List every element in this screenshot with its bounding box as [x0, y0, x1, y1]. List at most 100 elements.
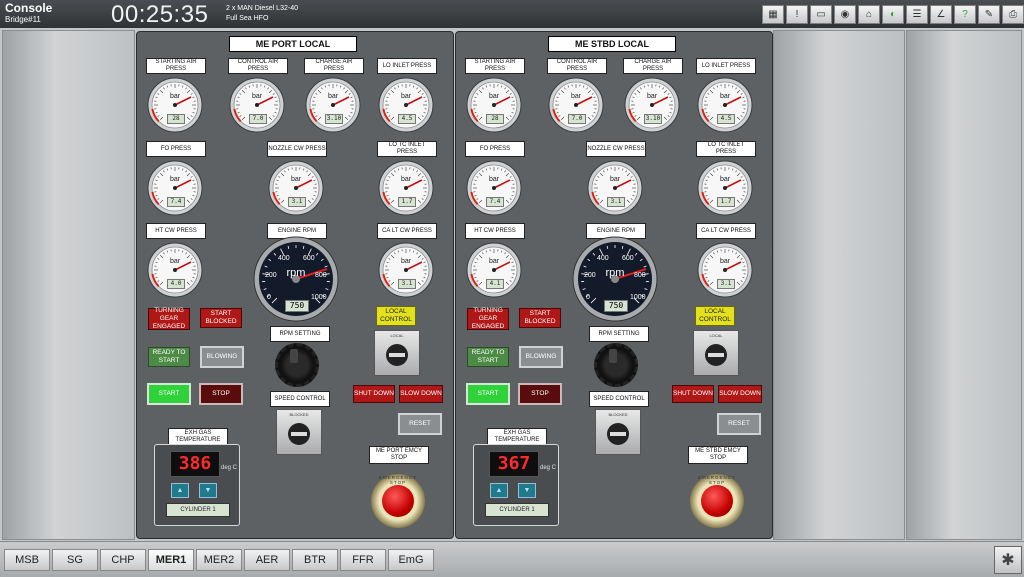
- slow-down-indicator: SLOW DOWN: [399, 385, 443, 403]
- gauge-readout: 28: [167, 114, 185, 124]
- panel-title: ME STBD LOCAL: [548, 36, 676, 52]
- bridge-id: Bridge#11: [5, 15, 41, 24]
- cylinder-select-display: CYLINDER 1: [166, 503, 230, 517]
- selector-position-label: LOCAL: [694, 333, 738, 338]
- reset-button[interactable]: RESET: [717, 413, 761, 435]
- monitor-icon[interactable]: ▭: [810, 5, 832, 24]
- alarm-list-icon[interactable]: !: [786, 5, 808, 24]
- lo-inlet-gauge: bar4.5: [378, 77, 434, 133]
- gauge-unit: bar: [147, 258, 203, 265]
- gauge-unit: bar: [378, 176, 434, 183]
- control-air-gauge: bar7.0: [229, 77, 285, 133]
- tab-btr[interactable]: BTR: [292, 549, 338, 571]
- rpm-tick-label: 0: [267, 294, 271, 301]
- engine-rpm-gauge: 02004006008001000rpm750: [253, 236, 339, 322]
- emcy-stop-label: ME PORT EMCY STOP: [369, 446, 429, 464]
- emergency-stop-button[interactable]: [382, 485, 414, 517]
- simulation-clock: 00:25:35: [111, 1, 208, 29]
- cylinder-select-display: CYLINDER 1: [485, 503, 549, 517]
- gauge-unit: bar: [147, 93, 203, 100]
- gauge-unit: bar: [548, 93, 604, 100]
- rpm-readout: 750: [604, 300, 628, 312]
- gauge-unit: bar: [624, 93, 680, 100]
- tab-emg[interactable]: EmG: [388, 549, 434, 571]
- tab-aer[interactable]: AER: [244, 549, 290, 571]
- control-air-gauge: bar7.0: [548, 77, 604, 133]
- gauge-readout: 4.5: [717, 114, 735, 124]
- selector-dial: [705, 344, 727, 366]
- gauge-readout: 3.1: [398, 279, 416, 289]
- exh-gas-temp-label: EXH GAS TEMPERATURE: [487, 428, 547, 445]
- rpm-readout: 750: [285, 300, 309, 312]
- exh-temp-unit: deg C: [221, 465, 237, 471]
- right-side-panel: [773, 30, 905, 540]
- speed-control-label: SPEED CONTROL: [589, 391, 649, 407]
- starting-air-gauge: bar28: [466, 77, 522, 133]
- toolbar: ▦ ! ▭ ◉ ⌂ ◐ ☰ ∠ ? ✎ ⎙ ⤢: [762, 5, 1024, 24]
- tab-msb[interactable]: MSB: [4, 549, 50, 571]
- local-control-indicator: LOCAL CONTROL: [695, 306, 735, 326]
- exh-temp-readout: 386: [170, 451, 220, 477]
- ship-layout-icon[interactable]: ▦: [762, 5, 784, 24]
- cctv-icon[interactable]: ⌂: [858, 5, 880, 24]
- checklist-icon[interactable]: ☰: [906, 5, 928, 24]
- tab-mer2[interactable]: MER2: [196, 549, 242, 571]
- reset-button[interactable]: RESET: [398, 413, 442, 435]
- local-control-indicator: LOCAL CONTROL: [376, 306, 416, 326]
- gauge-unit: bar: [305, 93, 361, 100]
- cylinder-down-icon[interactable]: ▼: [199, 483, 217, 498]
- selector-position-label: BLOCKED: [277, 412, 321, 417]
- stop-button[interactable]: STOP: [199, 383, 243, 405]
- start-button[interactable]: START: [466, 383, 510, 405]
- lo-tc-inlet-gauge: bar1.7: [697, 160, 753, 216]
- speed-control-selector[interactable]: BLOCKED: [276, 409, 322, 455]
- start-button[interactable]: START: [147, 383, 191, 405]
- fan-icon[interactable]: ✱: [994, 546, 1022, 574]
- power-toggle-icon[interactable]: ◐: [882, 5, 904, 24]
- left-side-panel: [2, 30, 135, 540]
- ht-cw-gauge: bar4.1: [466, 242, 522, 298]
- local-control-selector[interactable]: LOCAL: [693, 330, 739, 376]
- help-icon[interactable]: ?: [954, 5, 976, 24]
- selector-position-label: LOCAL: [375, 333, 419, 338]
- selector-dial: [288, 423, 310, 445]
- emergency-stop-button[interactable]: [701, 485, 733, 517]
- far-right-panel: [906, 30, 1022, 540]
- engine-info: 2 x MAN Diesel L32-40 Full Sea HFO: [226, 4, 298, 24]
- pen-icon[interactable]: ✎: [978, 5, 1000, 24]
- nozzle-cw-gauge: bar3.1: [587, 160, 643, 216]
- tab-ffr[interactable]: FFR: [340, 549, 386, 571]
- speed-control-selector[interactable]: BLOCKED: [595, 409, 641, 455]
- rpm-setting-label: RPM SETTING: [270, 326, 330, 342]
- tab-sg[interactable]: SG: [52, 549, 98, 571]
- gauge-readout: 7.4: [486, 197, 504, 207]
- local-control-selector[interactable]: LOCAL: [374, 330, 420, 376]
- lo-tc-inlet-label: LO TC INLET PRESS: [696, 141, 756, 157]
- trend-chart-icon[interactable]: ∠: [930, 5, 952, 24]
- rpm-setting-knob[interactable]: [594, 343, 638, 387]
- gauge-readout: 3.10: [325, 114, 343, 124]
- exh-gas-temp-label: EXH GAS TEMPERATURE: [168, 428, 228, 445]
- cylinder-up-icon[interactable]: ▲: [490, 483, 508, 498]
- stop-button[interactable]: STOP: [518, 383, 562, 405]
- app-title: Console: [5, 1, 52, 15]
- selector-handle: [389, 353, 405, 357]
- print-icon[interactable]: ⎙: [1002, 5, 1024, 24]
- cylinder-down-icon[interactable]: ▼: [518, 483, 536, 498]
- exh-temp-readout: 367: [489, 451, 539, 477]
- gauge-readout: 7.4: [167, 197, 185, 207]
- fo-label: FO PRESS: [146, 141, 206, 157]
- panel-title: ME PORT LOCAL: [229, 36, 357, 52]
- blowing-button[interactable]: BLOWING: [200, 346, 244, 368]
- gauge-unit: bar: [697, 176, 753, 183]
- blowing-button[interactable]: BLOWING: [519, 346, 563, 368]
- cylinder-up-icon[interactable]: ▲: [171, 483, 189, 498]
- selector-handle: [291, 432, 307, 436]
- tab-mer1[interactable]: MER1: [148, 549, 194, 571]
- starting-air-label: STARTING AIR PRESS: [146, 58, 206, 74]
- speed-control-label: SPEED CONTROL: [270, 391, 330, 407]
- rpm-setting-knob[interactable]: [275, 343, 319, 387]
- nozzle-cw-label: NOZZLE CW PRESS: [586, 141, 646, 157]
- camera-icon[interactable]: ◉: [834, 5, 856, 24]
- tab-chp[interactable]: CHP: [100, 549, 146, 571]
